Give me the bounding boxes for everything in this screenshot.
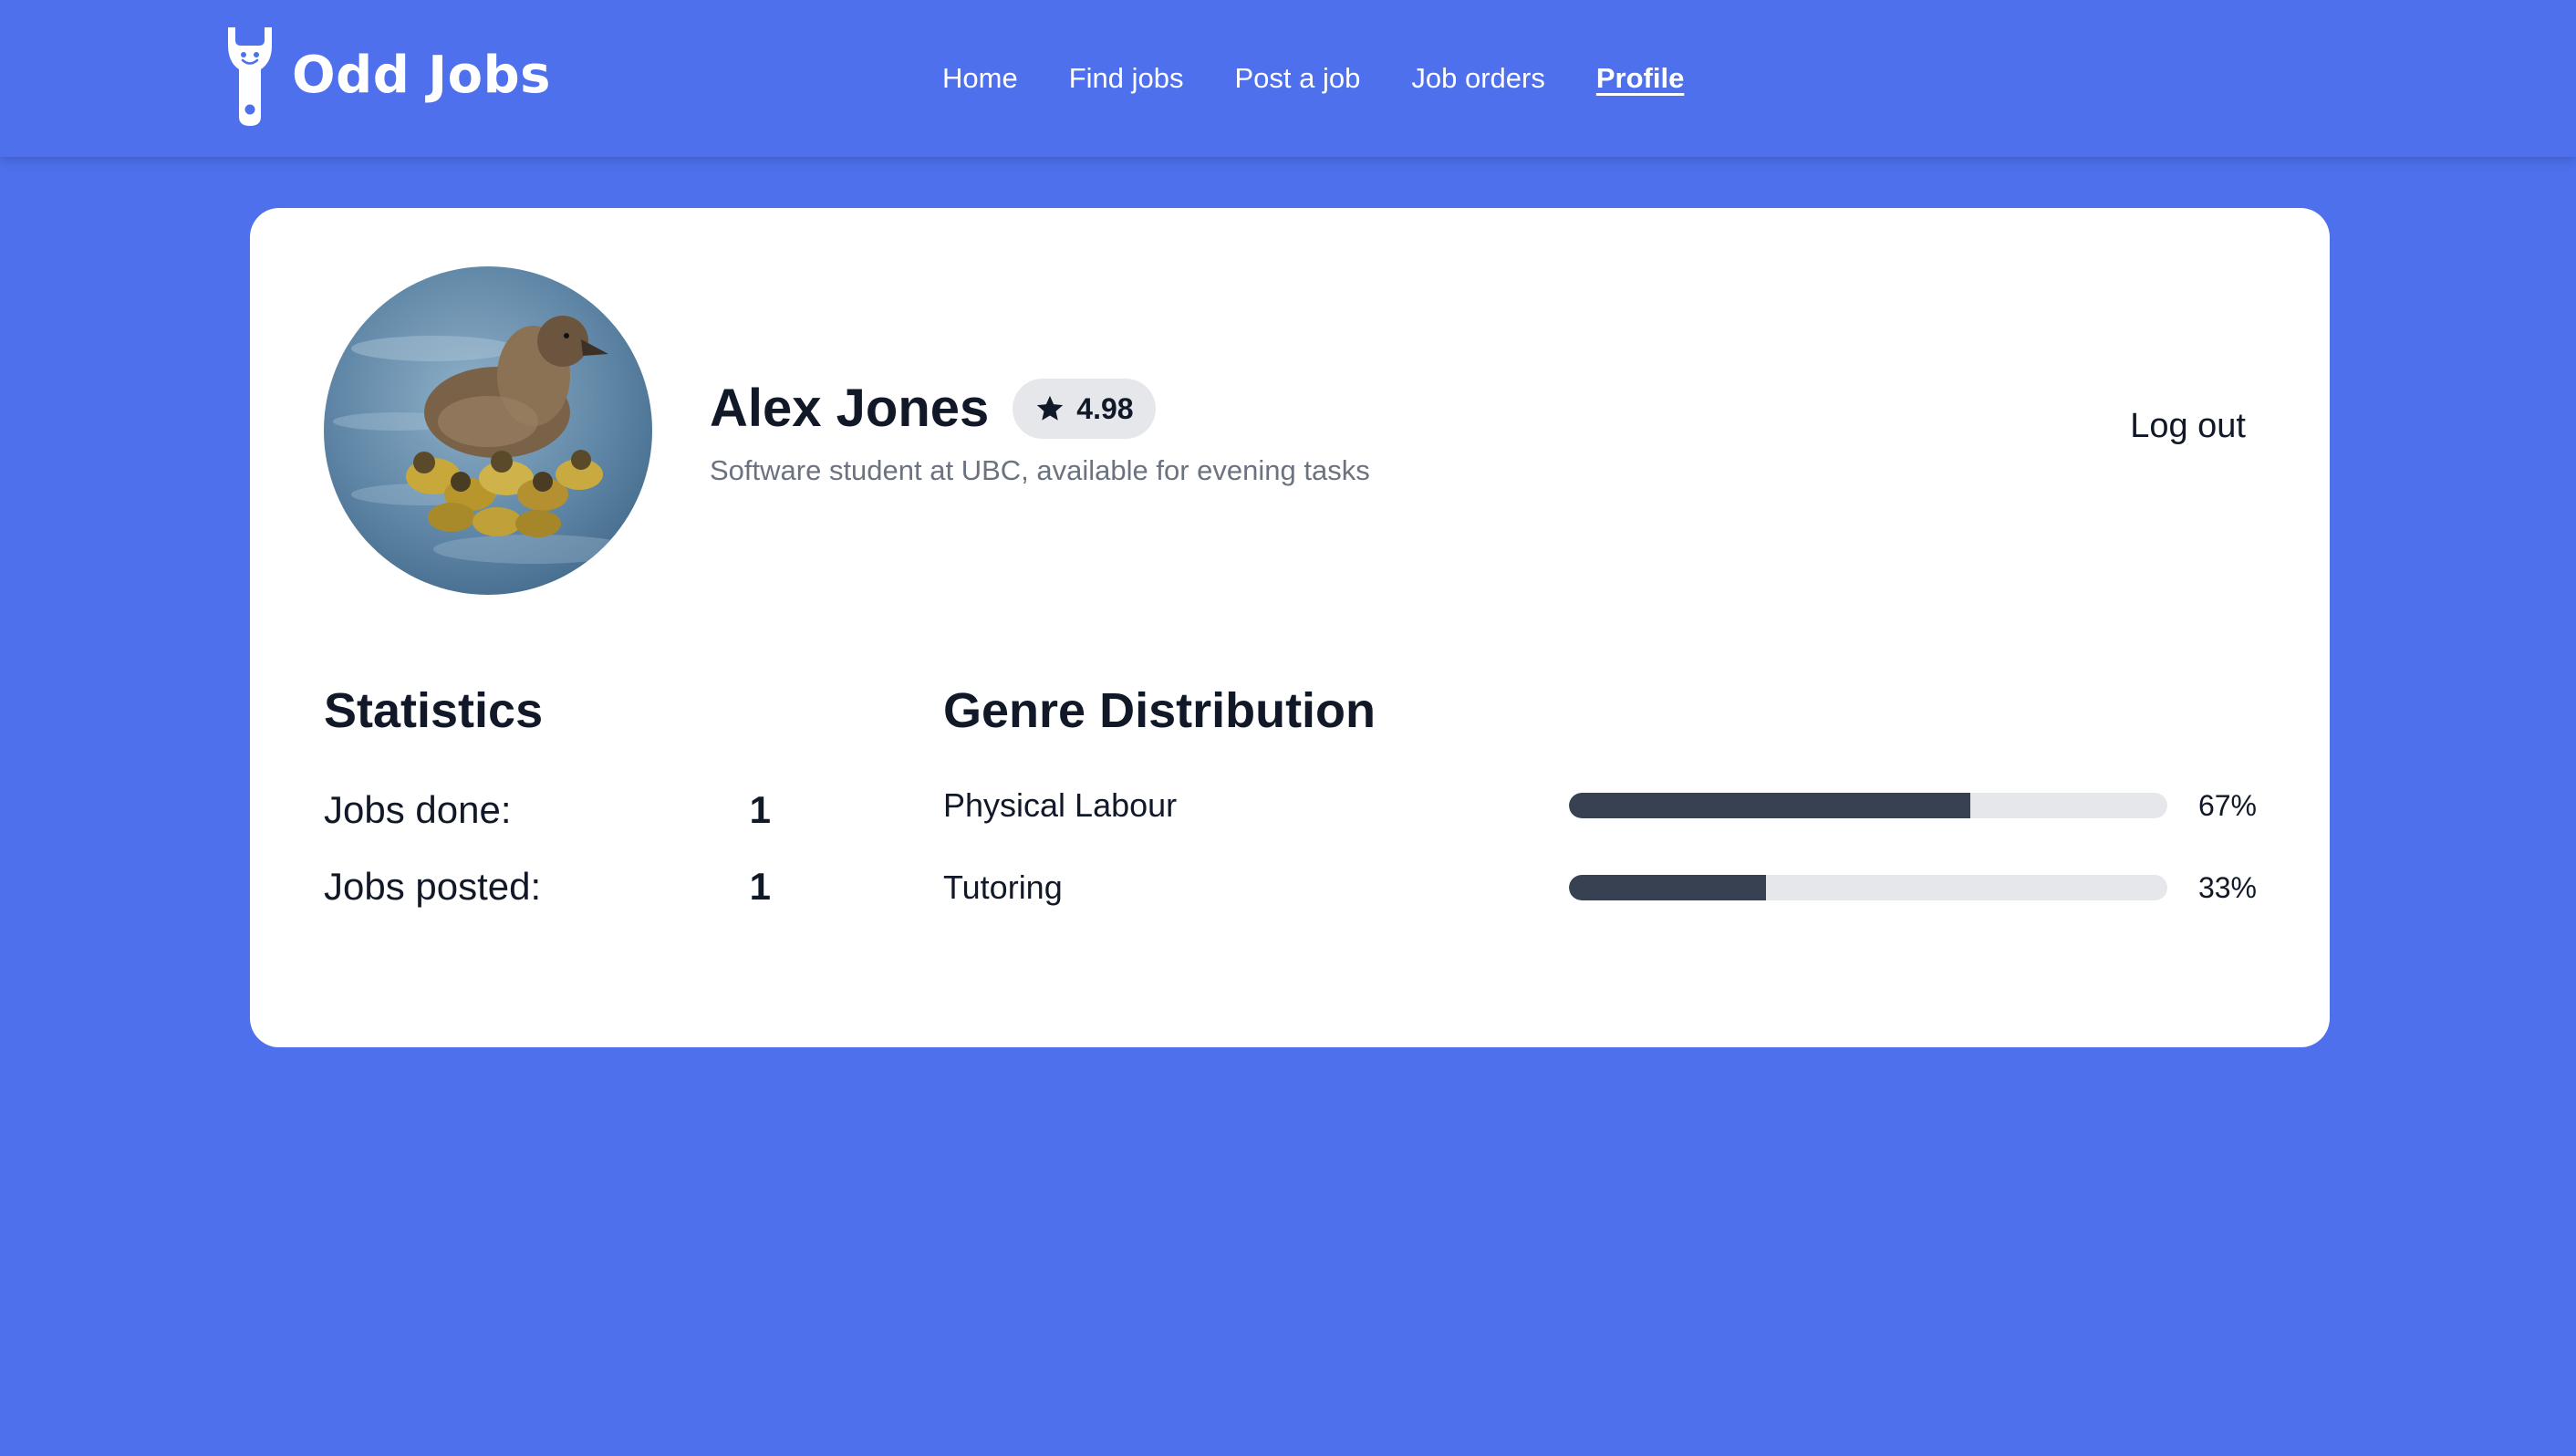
profile-card: Alex Jones 4.98 Software student at UBC,… xyxy=(250,208,2330,1047)
stat-row-jobs-done: Jobs done: 1 xyxy=(324,788,798,832)
stat-label: Jobs posted: xyxy=(324,865,542,908)
stat-value: 1 xyxy=(749,865,771,908)
genre-percent: 33% xyxy=(2197,871,2257,904)
stat-value: 1 xyxy=(749,788,771,831)
profile-name: Alex Jones xyxy=(710,379,990,438)
genre-row-tutoring: Tutoring 33% xyxy=(943,865,2257,910)
duck-photo-icon xyxy=(324,266,652,595)
profile-header: Alex Jones 4.98 xyxy=(710,372,1156,445)
genre-progress-fill xyxy=(1569,875,1767,900)
nav-home[interactable]: Home xyxy=(942,58,1018,99)
brand-name: Odd Jobs xyxy=(292,45,551,105)
main-nav: Home Find jobs Post a job Job orders Pro… xyxy=(942,58,1684,99)
brand-logo-link[interactable]: Odd Jobs xyxy=(223,22,551,128)
avatar xyxy=(324,266,652,595)
nav-find-jobs[interactable]: Find jobs xyxy=(1069,58,1184,99)
stat-row-jobs-posted: Jobs posted: 1 xyxy=(324,865,798,909)
genre-label: Physical Labour xyxy=(943,786,1178,824)
star-icon xyxy=(1037,395,1064,421)
stat-label: Jobs done: xyxy=(324,788,512,831)
genre-row-physical-labour: Physical Labour 67% xyxy=(943,783,2257,828)
rating-badge: 4.98 xyxy=(1013,379,1156,439)
profile-bio: Software student at UBC, available for e… xyxy=(710,454,1370,486)
genre-progress-bar xyxy=(1569,875,2167,900)
top-navbar: Odd Jobs Home Find jobs Post a job Job o… xyxy=(0,0,2576,157)
nav-post-a-job[interactable]: Post a job xyxy=(1235,58,1361,99)
nav-profile[interactable]: Profile xyxy=(1596,58,1684,99)
statistics-title: Statistics xyxy=(324,683,544,738)
nav-job-orders[interactable]: Job orders xyxy=(1411,58,1544,99)
genre-progress-fill xyxy=(1569,793,1970,818)
genre-label: Tutoring xyxy=(943,868,1063,906)
genre-distribution-title: Genre Distribution xyxy=(943,683,1376,738)
genre-progress-bar xyxy=(1569,793,2167,818)
rating-value: 4.98 xyxy=(1076,391,1134,425)
wrench-mascot-icon xyxy=(228,27,272,126)
logout-button[interactable]: Log out xyxy=(2130,407,2246,446)
genre-percent: 67% xyxy=(2197,789,2257,822)
